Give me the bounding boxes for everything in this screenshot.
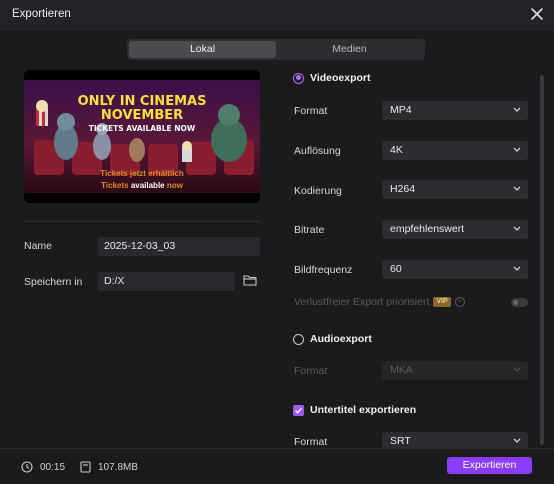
preview-subtitle-2-highlight: available [130, 181, 165, 190]
preview-subtitle-1: Tickets jetzt erhältlich [100, 169, 184, 178]
audio-format-select[interactable]: MKA [382, 361, 528, 380]
format-select[interactable]: MP4 [382, 101, 528, 120]
audio-format-label: Format [294, 365, 328, 377]
framerate-label: Bildfrequenz [294, 264, 353, 276]
resolution-value: 4K [390, 144, 403, 156]
size-value: 107.8MB [98, 461, 139, 473]
format-value: MP4 [390, 104, 412, 116]
close-icon[interactable] [529, 6, 545, 22]
left-divider [24, 221, 260, 222]
preview-headline-2: NOVEMBER [100, 108, 184, 123]
chevron-down-icon [513, 367, 521, 372]
preview-subtitle-2: Tickets available now [24, 181, 260, 191]
title-bar: Exportieren [0, 0, 554, 30]
file-size-icon [80, 461, 91, 473]
footer: 00:15 107.8MB Exportieren [0, 448, 554, 484]
preview-subtitle-2-pre: Tickets [101, 181, 131, 190]
lossless-export-row: Verlustfreier Export priorisiert VIP i [294, 296, 465, 308]
checkmark-icon [295, 407, 303, 414]
video-export-radio[interactable] [293, 72, 304, 84]
duration-info: 00:15 [21, 461, 65, 473]
chevron-down-icon [513, 107, 521, 112]
lossless-export-label: Verlustfreier Export priorisiert [294, 296, 430, 308]
bitrate-select[interactable]: empfehlenswert [382, 220, 528, 239]
chevron-down-icon [513, 226, 521, 231]
folder-icon[interactable] [243, 274, 257, 286]
save-location-input[interactable]: D:/X [98, 272, 235, 291]
format-label: Format [294, 105, 328, 117]
chevron-down-icon [513, 147, 521, 152]
preview-headline-3: TICKETS AVAILABLE NOW [88, 124, 196, 133]
audio-export-section: Audioexport [293, 333, 372, 345]
subtitle-export-section: Untertitel exportieren [293, 404, 416, 416]
audio-export-radio[interactable] [293, 333, 304, 345]
subtitle-format-value: SRT [390, 435, 411, 447]
chevron-down-icon [513, 438, 521, 443]
settings-scrollbar[interactable] [540, 75, 544, 445]
duration-value: 00:15 [40, 461, 66, 473]
tab-medien[interactable]: Medien [276, 41, 423, 58]
tab-lokal[interactable]: Lokal [129, 41, 276, 58]
size-info: 107.8MB [80, 461, 138, 473]
save-location-label: Speichern in [24, 276, 83, 288]
preview-headline-1: ONLY IN CINEMAS [77, 94, 207, 109]
preview-subtitle-2-post: now [164, 181, 183, 190]
subtitle-export-checkbox[interactable] [293, 404, 304, 416]
bitrate-label: Bitrate [294, 224, 325, 236]
encoding-value: H264 [390, 183, 416, 195]
video-export-heading: Videoexport [310, 72, 371, 84]
resolution-label: Auflösung [294, 145, 341, 157]
subtitle-format-label: Format [294, 436, 328, 448]
audio-format-value: MKA [390, 364, 413, 376]
framerate-value: 60 [390, 263, 402, 275]
name-label: Name [24, 240, 53, 252]
encoding-select[interactable]: H264 [382, 180, 528, 199]
info-icon: i [454, 297, 465, 308]
vip-badge: VIP [433, 297, 451, 308]
bitrate-value: empfehlenswert [390, 223, 465, 235]
video-export-section: Videoexport [293, 72, 371, 84]
resolution-select[interactable]: 4K [382, 141, 528, 160]
clock-icon [21, 461, 33, 473]
chevron-down-icon [513, 266, 521, 271]
name-input[interactable]: 2025-12-03_03 [98, 237, 260, 256]
subtitle-export-heading: Untertitel exportieren [310, 404, 417, 416]
window-title: Exportieren [12, 8, 71, 20]
video-preview: ONLY IN CINEMAS NOVEMBER TICKETS AVAILAB… [24, 70, 260, 203]
framerate-select[interactable]: 60 [382, 260, 528, 279]
lossless-export-toggle[interactable] [511, 298, 528, 307]
chevron-down-icon [513, 186, 521, 191]
audio-export-heading: Audioexport [310, 333, 372, 345]
export-button[interactable]: Exportieren [447, 457, 532, 474]
encoding-label: Kodierung [294, 185, 342, 197]
export-target-tabs: Lokal Medien [127, 39, 425, 60]
